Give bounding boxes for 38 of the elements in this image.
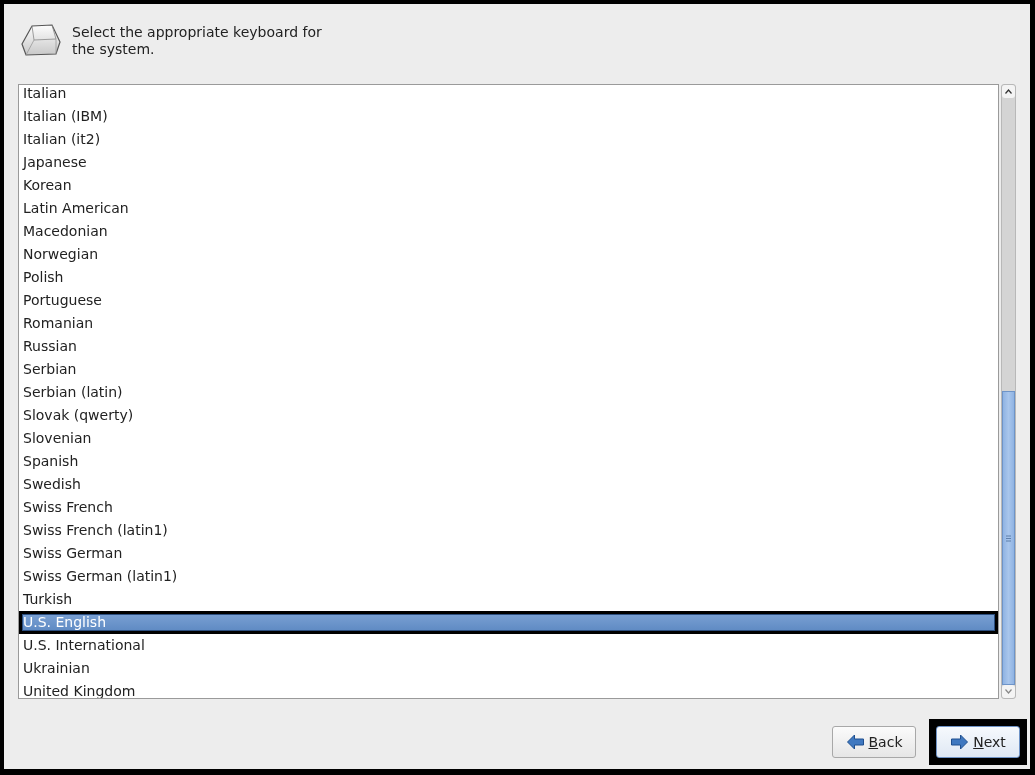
keyboard-item[interactable]: Latin American xyxy=(19,197,998,220)
keyboard-item[interactable]: Swiss French xyxy=(19,496,998,519)
right-arrow-icon xyxy=(950,734,970,750)
scroll-down-button[interactable] xyxy=(1002,685,1015,698)
grip-icon xyxy=(1006,534,1011,542)
keyboard-item[interactable]: Macedonian xyxy=(19,220,998,243)
keyboard-item[interactable]: Swiss French (latin1) xyxy=(19,519,998,542)
keyboard-item[interactable]: Slovenian xyxy=(19,427,998,450)
keyboard-item[interactable]: Korean xyxy=(19,174,998,197)
keyboard-item[interactable]: Russian xyxy=(19,335,998,358)
next-button[interactable]: Next xyxy=(936,726,1020,758)
keyboard-item[interactable]: United Kingdom xyxy=(19,680,998,698)
caret-up-icon xyxy=(1005,89,1012,94)
left-arrow-icon xyxy=(845,734,865,750)
keyboard-item[interactable]: Swiss German (latin1) xyxy=(19,565,998,588)
keyboard-item[interactable]: Italian xyxy=(19,85,998,105)
keyboard-item[interactable]: Serbian (latin) xyxy=(19,381,998,404)
keyboard-item[interactable]: Serbian xyxy=(19,358,998,381)
keyboard-item[interactable]: Spanish xyxy=(19,450,998,473)
keyboard-item[interactable]: Polish xyxy=(19,266,998,289)
scroll-up-button[interactable] xyxy=(1002,85,1015,98)
keyboard-item[interactable]: Romanian xyxy=(19,312,998,335)
caret-down-icon xyxy=(1005,689,1012,694)
keyboard-item[interactable]: Slovak (qwerty) xyxy=(19,404,998,427)
instruction-text: Select the appropriate keyboard for the system. xyxy=(72,23,322,59)
keyboard-item[interactable]: Norwegian xyxy=(19,243,998,266)
keyboard-key-icon xyxy=(18,22,62,58)
keyboard-item[interactable]: Ukrainian xyxy=(19,657,998,680)
keyboard-item[interactable]: Turkish xyxy=(19,588,998,611)
keyboard-item[interactable]: Italian (it2) xyxy=(19,128,998,151)
keyboard-item[interactable]: Portuguese xyxy=(19,289,998,312)
scrollbar-thumb[interactable] xyxy=(1002,391,1015,685)
keyboard-item[interactable]: U.S. International xyxy=(19,634,998,657)
keyboard-item[interactable]: Swedish xyxy=(19,473,998,496)
back-button[interactable]: Back xyxy=(832,726,916,758)
keyboard-item[interactable]: Swiss German xyxy=(19,542,998,565)
keyboard-item[interactable]: Japanese xyxy=(19,151,998,174)
keyboard-item[interactable]: Italian (IBM) xyxy=(19,105,998,128)
